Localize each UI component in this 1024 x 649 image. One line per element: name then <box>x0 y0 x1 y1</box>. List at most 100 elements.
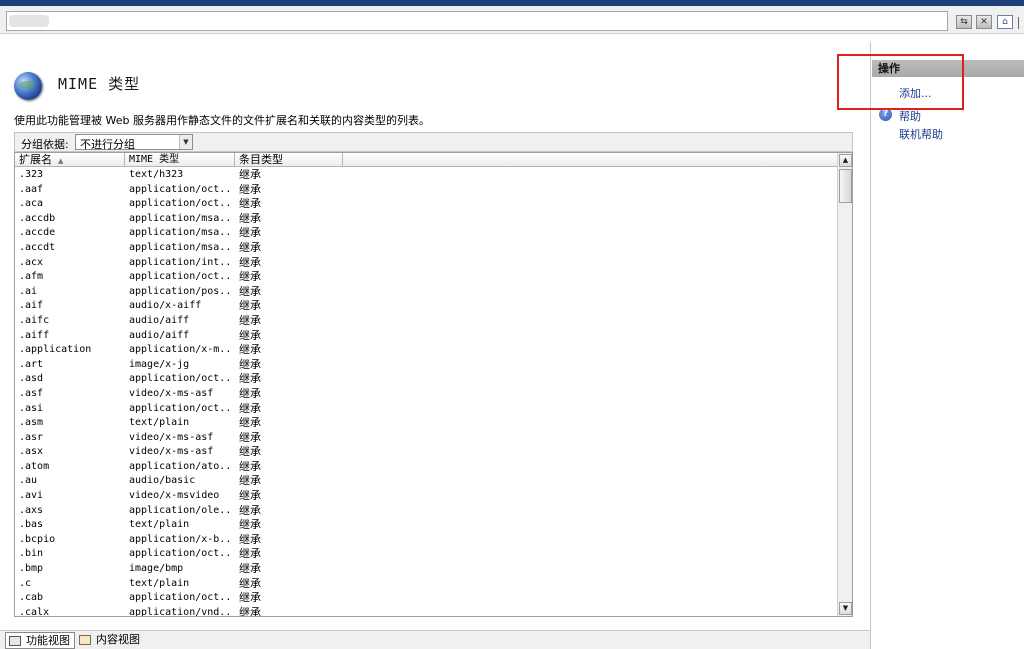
mime-type-cell: text/plain <box>129 577 190 589</box>
tab-features-view[interactable]: 功能视图 <box>5 632 75 649</box>
column-header-entry-type[interactable]: 条目类型 <box>235 153 343 167</box>
extension-cell: .323 <box>19 169 44 180</box>
mime-type-cell: text/plain <box>129 417 190 429</box>
table-row[interactable]: .aifc audio/aiff 继承 <box>15 314 838 329</box>
table-row[interactable]: .accde application/msa... 继承 <box>15 226 838 241</box>
home-icon[interactable]: ⌂ <box>997 15 1013 29</box>
chevron-down-icon[interactable]: ▼ <box>179 135 192 149</box>
entry-type-cell: 继承 <box>239 168 261 181</box>
entry-type-cell: 继承 <box>239 474 261 488</box>
table-row[interactable]: .bmp image/bmp 继承 <box>15 562 838 577</box>
table-row[interactable]: .acx application/int... 继承 <box>15 256 838 271</box>
stop-icon[interactable]: ✕ <box>976 15 992 29</box>
mime-type-cell: application/oct... <box>129 198 233 210</box>
entry-type-cell: 继承 <box>239 386 261 400</box>
table-row[interactable]: .application application/x-m... 继承 <box>15 343 838 358</box>
mime-type-cell: application/oct... <box>129 548 233 560</box>
table-row[interactable]: .aiff audio/aiff 继承 <box>15 329 838 344</box>
entry-type-cell: 继承 <box>239 576 261 590</box>
table-row[interactable]: .asr video/x-ms-asf 继承 <box>15 431 838 446</box>
extension-cell: .asr <box>19 431 44 443</box>
table-row[interactable]: .afm application/oct... 继承 <box>15 270 838 285</box>
mime-type-cell: text/plain <box>129 519 190 531</box>
table-header: 扩展名 ▲ MIME 类型 条目类型 <box>15 153 838 167</box>
table-row[interactable]: .accdb application/msa... 继承 <box>15 212 838 227</box>
mime-type-cell: audio/aiff <box>129 329 190 341</box>
mime-type-cell: video/x-msvideo <box>129 490 220 502</box>
table-row[interactable]: .calx application/vnd... 继承 <box>15 605 838 617</box>
extension-cell: .art <box>19 358 44 370</box>
table-row[interactable]: .323 text/h323 继承 <box>15 168 838 183</box>
mime-type-cell: application/oct... <box>129 183 233 195</box>
entry-type-cell: 继承 <box>239 197 261 211</box>
table-row[interactable]: .bas text/plain 继承 <box>15 518 838 533</box>
group-by-select[interactable]: 不进行分组 ▼ <box>75 134 193 151</box>
table-row[interactable]: .bin application/oct... 继承 <box>15 547 838 562</box>
extension-cell: .accde <box>19 227 56 239</box>
table-row[interactable]: .aaf application/oct... 继承 <box>15 183 838 198</box>
mime-type-cell: application/vnd... <box>129 606 233 617</box>
group-by-value: 不进行分组 <box>80 138 135 151</box>
table-row[interactable]: .cab application/oct... 继承 <box>15 591 838 606</box>
table-row[interactable]: .asm text/plain 继承 <box>15 416 838 431</box>
mime-type-cell: application/msa... <box>129 227 233 239</box>
table-row[interactable]: .ai application/pos... 继承 <box>15 285 838 300</box>
entry-type-cell: 继承 <box>239 605 261 617</box>
table-row[interactable]: .asi application/oct... 继承 <box>15 402 838 417</box>
table-row[interactable]: .c text/plain 继承 <box>15 577 838 592</box>
actions-pane: 操作 添加... ? 帮助 联机帮助 <box>870 42 1024 649</box>
table-row[interactable]: .bcpio application/x-b... 继承 <box>15 533 838 548</box>
scroll-up-icon[interactable]: ▲ <box>839 154 852 167</box>
mime-types-table: 扩展名 ▲ MIME 类型 条目类型 .323 text/h323 继承 .aaf app… <box>14 152 853 617</box>
entry-type-cell: 继承 <box>239 518 261 532</box>
column-header-mime-type[interactable]: MIME 类型 <box>125 153 235 167</box>
mime-type-cell: application/oct... <box>129 271 233 283</box>
content-view-icon <box>79 635 91 645</box>
extension-cell: .aif <box>19 300 44 312</box>
entry-type-cell: 继承 <box>239 240 261 254</box>
feature-panel: MIME 类型 使用此功能管理被 Web 服务器用作静态文件的文件扩展名和关联的… <box>0 42 870 630</box>
extension-cell: .acx <box>19 256 44 268</box>
mime-type-cell: application/x-m... <box>129 344 233 356</box>
mime-type-cell: text/h323 <box>129 169 184 180</box>
address-bar: ⇆ ✕ ⌂ <box>0 6 1024 34</box>
extension-cell: .avi <box>19 490 44 502</box>
table-row[interactable]: .accdt application/msa... 继承 <box>15 241 838 256</box>
help-icon: ? <box>879 108 892 121</box>
mime-type-cell: audio/x-aiff <box>129 300 202 312</box>
online-help-link[interactable]: 联机帮助 <box>899 126 943 142</box>
table-row[interactable]: .asd application/oct... 继承 <box>15 372 838 387</box>
group-by-label: 分组依据: <box>21 138 69 151</box>
table-row[interactable]: .atom application/ato... 继承 <box>15 460 838 475</box>
table-row[interactable]: .avi video/x-msvideo 继承 <box>15 489 838 504</box>
add-link[interactable]: 添加... <box>899 85 932 101</box>
extension-cell: .ai <box>19 285 38 297</box>
column-header-extension[interactable]: 扩展名 ▲ <box>15 153 125 167</box>
sort-ascending-icon: ▲ <box>58 157 64 165</box>
table-row[interactable]: .asx video/x-ms-asf 继承 <box>15 445 838 460</box>
table-row[interactable]: .au audio/basic 继承 <box>15 474 838 489</box>
table-row[interactable]: .art image/x-jg 继承 <box>15 358 838 373</box>
extension-cell: .c <box>19 577 32 589</box>
mime-type-cell: application/oct... <box>129 402 233 414</box>
table-row[interactable]: .aif audio/x-aiff 继承 <box>15 299 838 314</box>
help-link[interactable]: 帮助 <box>899 108 921 124</box>
table-row[interactable]: .axs application/ole... 继承 <box>15 504 838 519</box>
refresh-icon[interactable]: ⇆ <box>956 15 972 29</box>
vertical-scrollbar[interactable]: ▲ ▼ <box>837 153 852 616</box>
tab-content-view[interactable]: 内容视图 <box>76 632 144 649</box>
entry-type-cell: 继承 <box>239 489 261 503</box>
scroll-thumb[interactable] <box>839 169 852 203</box>
group-by-bar: 分组依据: 不进行分组 ▼ <box>14 132 853 152</box>
extension-cell: .afm <box>19 271 44 283</box>
address-input[interactable] <box>6 11 948 31</box>
table-row[interactable]: .aca application/oct... 继承 <box>15 197 838 212</box>
table-row[interactable]: .asf video/x-ms-asf 继承 <box>15 387 838 402</box>
actions-header: 操作 <box>872 60 1024 77</box>
mime-type-cell: image/x-jg <box>129 358 190 370</box>
extension-cell: .axs <box>19 504 44 516</box>
scroll-down-icon[interactable]: ▼ <box>839 602 852 615</box>
mime-type-cell: application/ato... <box>129 460 233 472</box>
extension-cell: .asi <box>19 402 44 414</box>
mime-type-cell: video/x-ms-asf <box>129 446 214 458</box>
